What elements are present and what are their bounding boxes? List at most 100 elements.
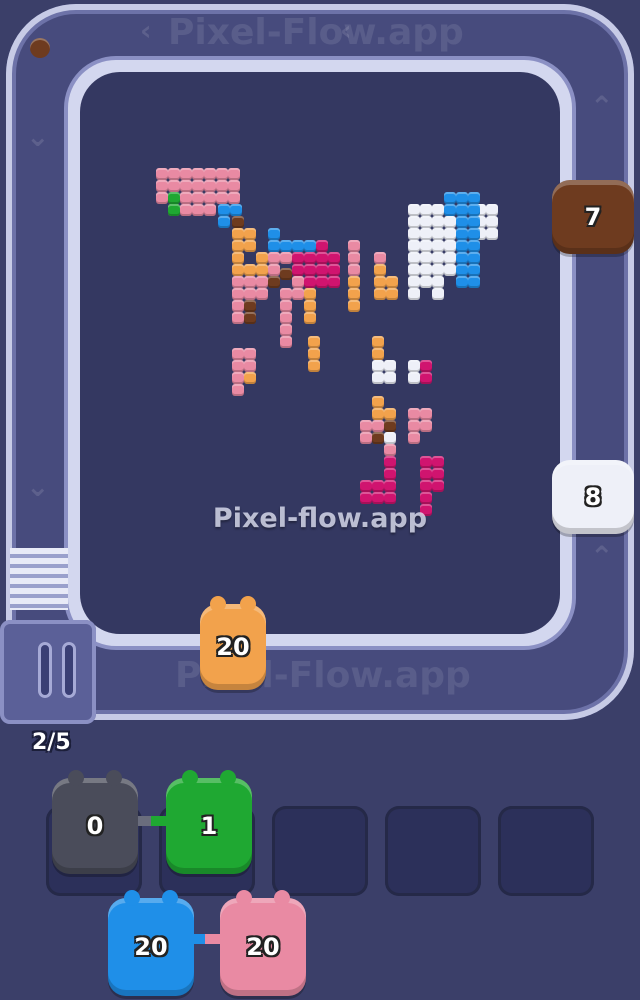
pixel-block (432, 456, 444, 468)
pixel-block (168, 204, 180, 216)
pixel-block (408, 408, 420, 420)
track-watermark-top: Pixel-Flow.app (168, 12, 464, 53)
pixel-block (444, 204, 456, 216)
brown-pig[interactable]: 7 (552, 180, 634, 254)
watermark: Pixel-flow.app (212, 503, 428, 534)
pixel-block (316, 264, 328, 276)
pixel-block (204, 204, 216, 216)
pixel-block (360, 432, 372, 444)
pixel-block (486, 204, 498, 216)
white-pig[interactable]: 8 (552, 460, 634, 534)
pixel-block (244, 264, 256, 276)
pixel-block (486, 228, 498, 240)
pixel-block (432, 480, 444, 492)
pixel-block (268, 228, 280, 240)
chevron-down-icon: ⌄ (26, 120, 50, 153)
pixel-block (374, 264, 386, 276)
pixel-block (408, 432, 420, 444)
pixel-block (232, 288, 244, 300)
pixel-block (444, 192, 456, 204)
pixel-block (432, 228, 444, 240)
pixel-block (232, 276, 244, 288)
pixel-block (192, 204, 204, 216)
pixel-block (386, 276, 398, 288)
pixel-block (244, 228, 256, 240)
pixel-block (374, 252, 386, 264)
blue-pig[interactable]: 20 (108, 890, 194, 996)
pixel-block (372, 360, 384, 372)
pixel-block (432, 288, 444, 300)
pixel-block (420, 468, 432, 480)
pixel-block (348, 252, 360, 264)
pixel-block (372, 336, 384, 348)
pixel-block (180, 168, 192, 180)
green-pig[interactable]: 1 (166, 770, 252, 874)
pixel-block (444, 240, 456, 252)
pixel-block (280, 288, 292, 300)
pixel-block (420, 456, 432, 468)
chevron-left-icon: ‹ (140, 14, 152, 47)
pixel-block (384, 480, 396, 492)
slot-3[interactable] (272, 806, 368, 896)
pixel-block (268, 276, 280, 288)
pig-count: 0 (86, 812, 104, 840)
slot-5[interactable] (498, 806, 594, 896)
pixel-block (192, 180, 204, 192)
pixel-block (256, 288, 268, 300)
pixel-block (244, 348, 256, 360)
pixel-block (180, 180, 192, 192)
pixel-block (244, 372, 256, 384)
pixel-block (244, 312, 256, 324)
pixel-block (280, 324, 292, 336)
pixel-block (232, 228, 244, 240)
pig-count: 7 (584, 203, 602, 231)
pixel-block (420, 276, 432, 288)
pixel-block (228, 180, 240, 192)
pixel-block (408, 252, 420, 264)
pixel-block (316, 252, 328, 264)
gray-pig[interactable]: 0 (52, 770, 138, 874)
pixel-block (348, 276, 360, 288)
pixel-block (308, 348, 320, 360)
chevron-left-icon: ‹ (340, 14, 352, 47)
pixel-block (456, 276, 468, 288)
pixel-block (374, 288, 386, 300)
pixel-block (228, 168, 240, 180)
stairs-icon (10, 548, 68, 610)
pixel-block (444, 252, 456, 264)
pixel-block (444, 216, 456, 228)
queue-count: 2/5 (32, 730, 71, 755)
pixel-block (304, 276, 316, 288)
pixel-block (386, 288, 398, 300)
pixel-block (456, 228, 468, 240)
pixel-block (244, 288, 256, 300)
pixel-block (444, 264, 456, 276)
pixel-block (168, 168, 180, 180)
pixel-block (180, 204, 192, 216)
pixel-block (232, 312, 244, 324)
pixel-block (408, 276, 420, 288)
pixel-block (244, 300, 256, 312)
pixel-block (372, 348, 384, 360)
pixel-block (232, 252, 244, 264)
pixel-block (156, 168, 168, 180)
pixel-block (232, 216, 244, 228)
pixel-block (372, 432, 384, 444)
pixel-block (280, 252, 292, 264)
dispenser (0, 620, 96, 724)
pixel-block (420, 216, 432, 228)
pixel-block (468, 204, 480, 216)
pixel-block (280, 336, 292, 348)
pixel-block (360, 480, 372, 492)
pixel-block (372, 396, 384, 408)
pixel-block (292, 276, 304, 288)
mini-pig-icon (30, 38, 50, 58)
orange-pig[interactable]: 20 (200, 596, 266, 690)
slot-4[interactable] (385, 806, 481, 896)
pixel-block (204, 168, 216, 180)
pig-count: 20 (246, 933, 280, 961)
pixel-block (180, 192, 192, 204)
pixel-block (384, 408, 396, 420)
pink-pig[interactable]: 20 (220, 890, 306, 996)
pixel-block (384, 456, 396, 468)
